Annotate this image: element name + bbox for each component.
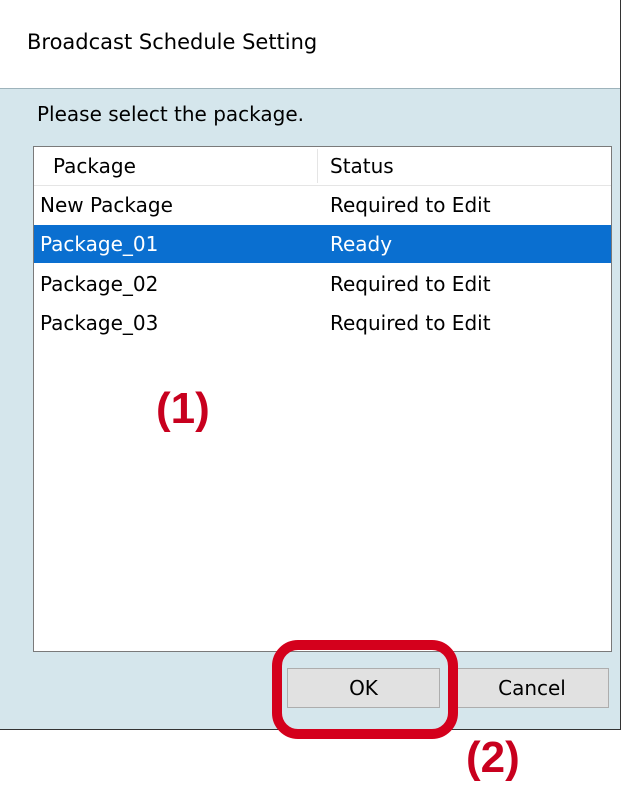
- title-bar[interactable]: Broadcast Schedule Setting: [0, 0, 620, 89]
- package-name: Package_03: [40, 311, 159, 335]
- package-name: New Package: [40, 193, 173, 217]
- list-item[interactable]: New Package Required to Edit: [34, 186, 611, 224]
- annotation-label-1: (1): [156, 384, 210, 433]
- select-package-prompt: Please select the package.: [37, 102, 305, 126]
- annotation-label-2: (2): [466, 733, 520, 782]
- list-item-selected[interactable]: Package_01 Ready: [34, 225, 611, 263]
- cancel-button[interactable]: Cancel: [455, 668, 609, 708]
- broadcast-schedule-dialog: Broadcast Schedule Setting Please select…: [0, 0, 621, 730]
- list-item[interactable]: Package_03 Required to Edit: [34, 304, 611, 342]
- list-item[interactable]: Package_02 Required to Edit: [34, 265, 611, 303]
- list-header: Package Status: [34, 147, 611, 186]
- package-status: Ready: [330, 232, 393, 256]
- package-status: Required to Edit: [330, 272, 491, 296]
- package-list[interactable]: Package Status New Package Required to E…: [33, 146, 612, 652]
- package-name: Package_02: [40, 272, 159, 296]
- package-status: Required to Edit: [330, 193, 491, 217]
- package-name: Package_01: [40, 232, 159, 256]
- column-header-package[interactable]: Package: [53, 147, 136, 185]
- column-header-status[interactable]: Status: [330, 147, 394, 185]
- column-separator[interactable]: [317, 149, 318, 183]
- ok-button-highlight: [272, 640, 458, 739]
- window-title: Broadcast Schedule Setting: [27, 30, 318, 54]
- package-status: Required to Edit: [330, 311, 491, 335]
